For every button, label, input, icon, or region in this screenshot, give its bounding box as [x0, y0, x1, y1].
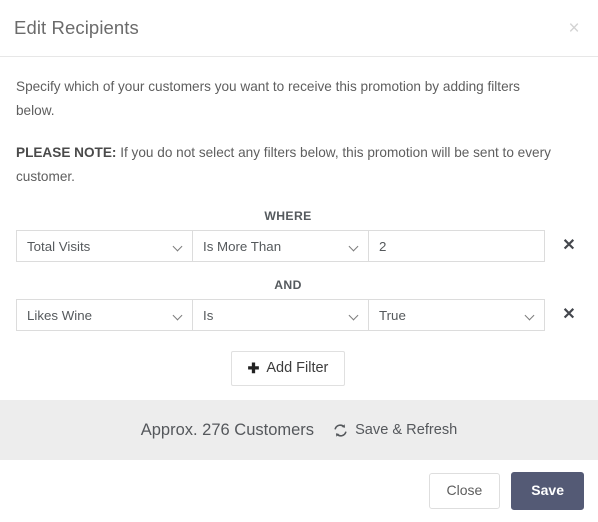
- add-filter-label: Add Filter: [266, 360, 329, 376]
- filter-field-value-1: Likes Wine: [27, 307, 93, 323]
- save-button[interactable]: Save: [511, 472, 584, 510]
- filter-row: Likes Wine Is True ✕: [16, 299, 582, 331]
- add-filter-button[interactable]: ✚ Add Filter: [230, 351, 346, 386]
- intro-text: Specify which of your customers you want…: [16, 79, 520, 118]
- chevron-down-icon: [350, 313, 359, 322]
- approx-customers-count: Approx. 276 Customers: [140, 420, 315, 439]
- close-icon[interactable]: ×: [564, 19, 584, 39]
- please-note-text: PLEASE NOTE: If you do not select any fi…: [16, 141, 568, 189]
- delete-x-icon[interactable]: ✕: [558, 304, 580, 326]
- filter-value-select-1[interactable]: True: [368, 299, 545, 331]
- modal-body: Specify which of your customers you want…: [0, 57, 598, 400]
- chevron-down-icon: [174, 313, 183, 322]
- filter-operator-select-1[interactable]: Is: [192, 299, 369, 331]
- sync-icon: [334, 423, 347, 437]
- conjunction-where: WHERE: [264, 209, 312, 223]
- status-bar: Approx. 276 Customers Save & Refresh: [0, 400, 598, 460]
- edit-recipients-modal: Edit Recipients × Specify which of your …: [0, 0, 598, 522]
- plus-icon: ✚: [247, 360, 260, 377]
- filter-field-select-0[interactable]: Total Visits: [16, 230, 193, 262]
- filter-value-text-1: True: [379, 307, 406, 323]
- delete-x-icon[interactable]: ✕: [558, 235, 580, 257]
- modal-footer: Close Save: [0, 460, 598, 522]
- filter-operator-select-0[interactable]: Is More Than: [192, 230, 369, 262]
- please-note-label: PLEASE NOTE:: [16, 145, 117, 160]
- page-title: Edit Recipients: [14, 17, 139, 38]
- chevron-down-icon: [350, 244, 359, 253]
- close-button[interactable]: Close: [428, 473, 501, 509]
- filter-operator-value-1: Is: [203, 307, 214, 323]
- conjunction-and: AND: [274, 278, 302, 292]
- save-and-refresh-label: Save & Refresh: [355, 422, 458, 438]
- filter-operator-value-0: Is More Than: [203, 238, 282, 254]
- chevron-down-icon: [174, 244, 183, 253]
- filter-row: Total Visits Is More Than 2 ✕: [16, 230, 582, 262]
- filter-value-text-0: 2: [379, 238, 387, 254]
- chevron-down-icon: [526, 313, 535, 322]
- filter-field-value-0: Total Visits: [27, 238, 91, 254]
- filter-field-select-1[interactable]: Likes Wine: [16, 299, 193, 331]
- add-filter-container: ✚ Add Filter: [16, 351, 582, 386]
- filter-value-input-0[interactable]: 2: [368, 230, 545, 262]
- save-and-refresh-link[interactable]: Save & Refresh: [333, 422, 457, 438]
- modal-header: Edit Recipients ×: [0, 0, 598, 57]
